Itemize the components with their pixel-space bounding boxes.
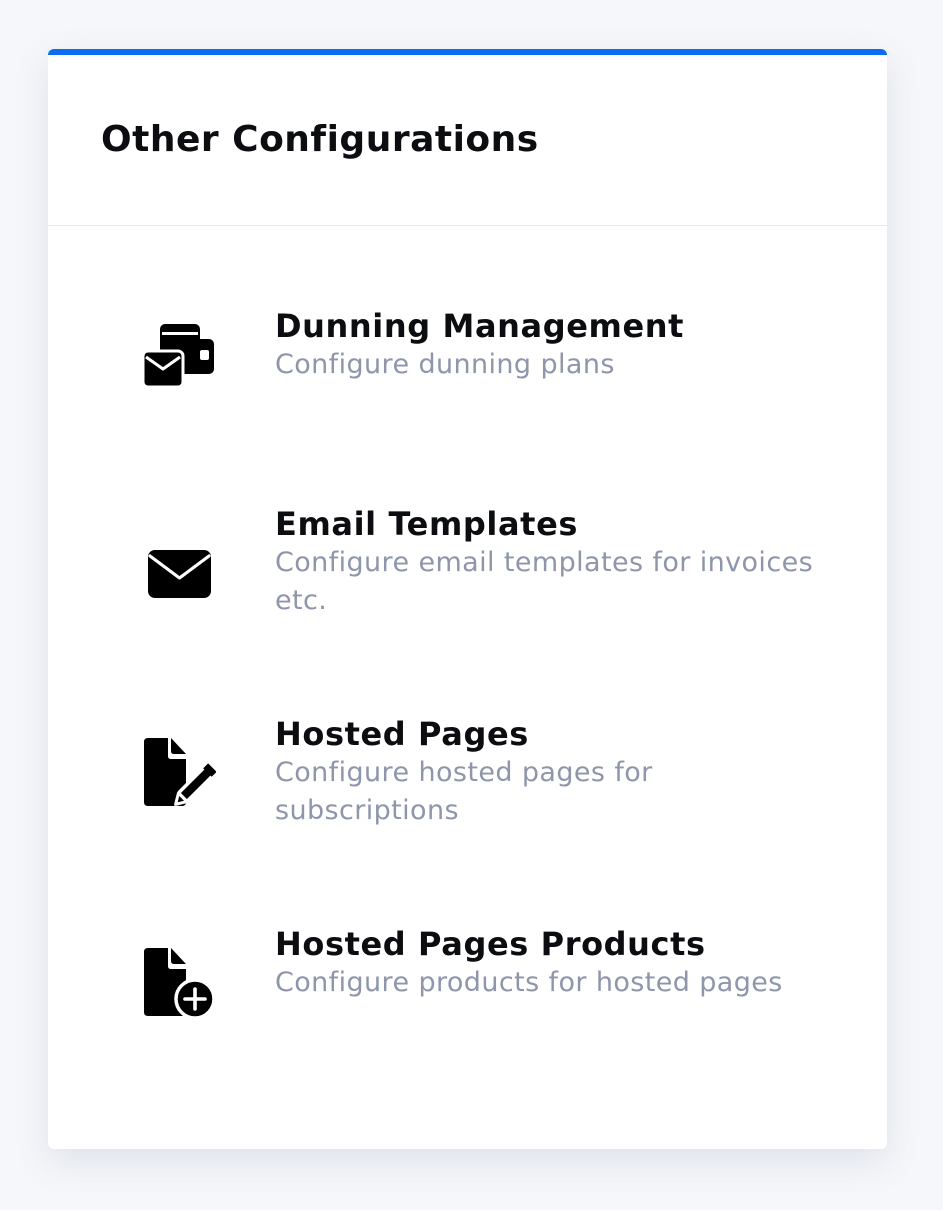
file-pen-icon <box>140 736 216 812</box>
config-item-title: Dunning Management <box>275 307 685 345</box>
card-header: Other Configurations <box>48 55 887 226</box>
config-item-description: Configure email templates for invoices e… <box>275 547 814 616</box>
config-item-text: Email Templates Configure email template… <box>275 504 815 620</box>
config-item-description: Configure products for hosted pages <box>275 967 783 998</box>
other-configurations-card: Other Configurations Dunning Management … <box>48 49 887 1149</box>
config-item-dunning-management[interactable]: Dunning Management Configure dunning pla… <box>48 306 887 456</box>
dunning-wallet-mail-icon <box>140 312 216 388</box>
config-item-description: Configure dunning plans <box>275 349 615 380</box>
config-item-title: Email Templates <box>275 505 579 543</box>
card-title: Other Configurations <box>101 119 539 160</box>
config-item-email-templates[interactable]: Email Templates Configure email template… <box>48 504 887 654</box>
config-item-hosted-pages[interactable]: Hosted Pages Configure hosted pages for … <box>48 714 887 864</box>
config-item-text: Dunning Management Configure dunning pla… <box>275 306 815 384</box>
config-item-hosted-pages-products[interactable]: Hosted Pages Products Configure products… <box>48 924 887 1074</box>
config-item-title: Hosted Pages Products <box>275 925 706 963</box>
file-plus-icon <box>140 946 216 1022</box>
config-item-description: Configure hosted pages for subscriptions <box>275 757 653 826</box>
config-item-text: Hosted Pages Configure hosted pages for … <box>275 714 815 830</box>
envelope-icon <box>140 538 216 614</box>
config-item-title: Hosted Pages <box>275 715 529 753</box>
config-item-text: Hosted Pages Products Configure products… <box>275 924 815 1002</box>
